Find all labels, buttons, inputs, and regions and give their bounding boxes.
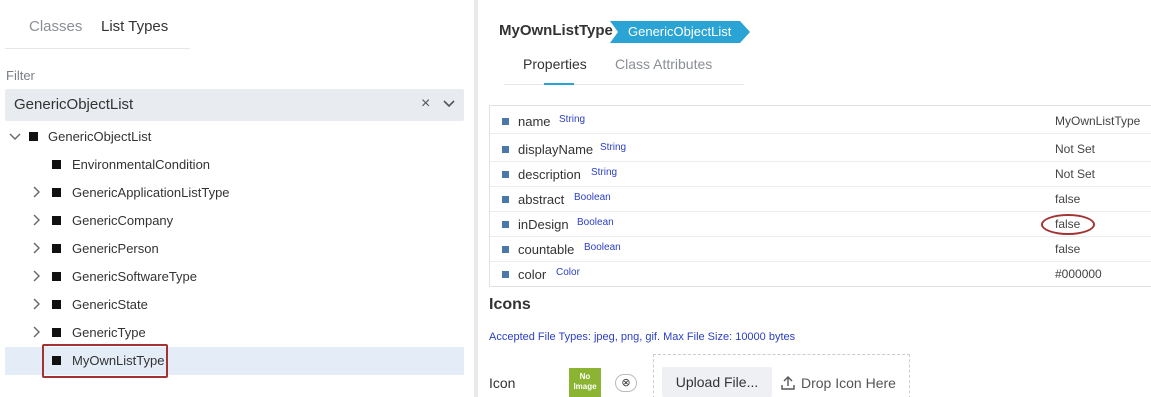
filter-label: Filter (6, 68, 35, 83)
property-name: countable (518, 242, 575, 257)
tab-properties[interactable]: Properties (523, 56, 587, 72)
property-type: Boolean (574, 192, 611, 203)
property-value: false (1055, 192, 1081, 206)
right-panel: MyOwnListType GenericObjectList Properti… (478, 0, 1151, 397)
square-icon (29, 132, 38, 141)
left-panel: Classes List Types Filter GenericObjectL… (0, 0, 474, 397)
property-value: Not Set (1055, 167, 1096, 181)
tab-list-types[interactable]: List Types (101, 18, 168, 35)
no-image-placeholder: No Image (569, 368, 601, 397)
property-value: MyOwnListType (1055, 114, 1141, 128)
square-icon (52, 188, 61, 197)
accepted-file-types: Accepted File Types: jpeg, png, gif. Max… (489, 331, 796, 343)
tree-item-label: GenericCompany (72, 213, 174, 228)
bullet-icon (502, 118, 509, 125)
property-type: Boolean (577, 217, 614, 228)
tree-item-label: EnvironmentalCondition (72, 157, 211, 172)
tree-item-genericperson[interactable]: GenericPerson (5, 236, 464, 262)
bullet-icon (502, 271, 509, 278)
properties-table: name String MyOwnListType displayName St… (489, 105, 1151, 287)
chevron-right-icon[interactable] (31, 325, 43, 339)
property-type: String (559, 114, 586, 125)
icon-field-label: Icon (489, 375, 516, 391)
page-title: MyOwnListType (499, 22, 613, 39)
property-type: Color (556, 267, 580, 278)
property-name: name (518, 114, 551, 129)
tree-item-label: GenericObjectList (48, 129, 152, 144)
icons-heading: Icons (489, 296, 531, 313)
tree-item-label: GenericPerson (72, 241, 159, 256)
property-row-displayname[interactable]: displayName String Not Set (490, 137, 1151, 162)
square-icon (52, 160, 61, 169)
property-name: color (518, 267, 547, 282)
parent-type-badge[interactable]: GenericObjectList (610, 21, 750, 43)
square-icon (52, 328, 61, 337)
chevron-right-icon[interactable] (31, 297, 43, 311)
highlight-annotation-oval (1041, 214, 1095, 235)
clear-icon[interactable]: × (421, 95, 430, 113)
chevron-right-icon[interactable] (31, 213, 43, 227)
property-type: String (600, 142, 627, 153)
bullet-icon (502, 246, 509, 253)
app-root: Classes List Types Filter GenericObjectL… (0, 0, 1151, 397)
property-name: description (518, 167, 581, 182)
remove-icon-button[interactable]: ⊗ (615, 374, 637, 392)
square-icon (52, 216, 61, 225)
chevron-right-icon[interactable] (31, 185, 43, 199)
property-row-description[interactable]: description String Not Set (490, 162, 1151, 187)
badge-label: GenericObjectList (628, 24, 732, 39)
tree-item-environmentalcondition[interactable]: EnvironmentalCondition (5, 152, 464, 178)
square-icon (52, 272, 61, 281)
active-tab-indicator (544, 83, 574, 85)
chevron-down-icon[interactable] (9, 129, 21, 143)
bullet-icon (502, 221, 509, 228)
upload-icon (781, 376, 795, 390)
icon-dropzone[interactable]: Upload File... Drop Icon Here (653, 354, 910, 397)
tree-item-genericsoftwaretype[interactable]: GenericSoftwareType (5, 264, 464, 290)
property-row-color[interactable]: color Color #000000 (490, 262, 1151, 287)
highlight-annotation (42, 344, 168, 378)
drop-icon-hint: Drop Icon Here (781, 375, 896, 391)
square-icon (52, 244, 61, 253)
no-image-text-2: Image (573, 382, 597, 391)
upload-file-button[interactable]: Upload File... (662, 367, 772, 397)
chevron-right-icon[interactable] (31, 241, 43, 255)
filter-select[interactable]: GenericObjectList × (5, 89, 464, 121)
no-image-text-1: No (579, 372, 591, 381)
tree-item-label: GenericType (72, 325, 146, 340)
property-type: String (591, 167, 618, 178)
property-row-abstract[interactable]: abstract Boolean false (490, 187, 1151, 212)
tree-item-genericstate[interactable]: GenericState (5, 292, 464, 318)
tree-item-genericobjectlist[interactable]: GenericObjectList (5, 124, 464, 150)
tree-item-label: GenericState (72, 297, 148, 312)
property-value: #000000 (1055, 267, 1102, 281)
property-row-name[interactable]: name String MyOwnListType (490, 109, 1151, 134)
tree-item-generictype[interactable]: GenericType (5, 320, 464, 346)
left-tabs: Classes List Types (5, 0, 190, 49)
property-name: displayName (518, 142, 594, 157)
property-name: inDesign (518, 217, 569, 232)
bullet-icon (502, 146, 509, 153)
detail-tabs: Properties Class Attributes (504, 52, 744, 85)
chevron-down-icon[interactable] (442, 97, 456, 111)
property-type: Boolean (584, 242, 621, 253)
filter-value: GenericObjectList (14, 96, 134, 113)
property-row-countable[interactable]: countable Boolean false (490, 237, 1151, 262)
tree-item-label: GenericApplicationListType (72, 185, 230, 200)
drop-icon-label: Drop Icon Here (801, 375, 896, 391)
tree-item-label: GenericSoftwareType (72, 269, 198, 284)
tree-item-genericcompany[interactable]: GenericCompany (5, 208, 464, 234)
tree-item-genericapplicationlisttype[interactable]: GenericApplicationListType (5, 180, 464, 206)
chevron-right-icon[interactable] (31, 269, 43, 283)
tab-class-attributes[interactable]: Class Attributes (615, 56, 712, 72)
tab-classes[interactable]: Classes (29, 18, 82, 35)
square-icon (52, 300, 61, 309)
property-value: false (1055, 242, 1081, 256)
property-name: abstract (518, 192, 565, 207)
bullet-icon (502, 196, 509, 203)
property-value: Not Set (1055, 142, 1096, 156)
bullet-icon (502, 171, 509, 178)
